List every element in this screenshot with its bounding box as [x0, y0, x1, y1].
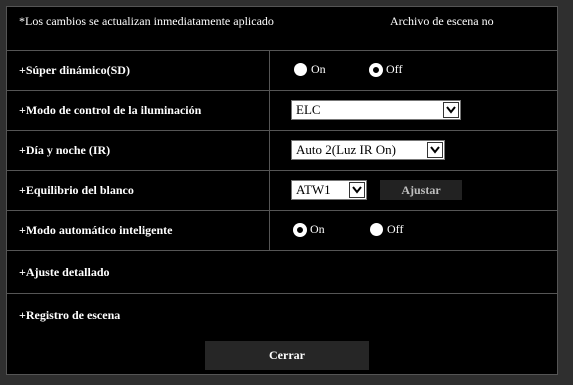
illumination-mode-value: ELC: [296, 102, 321, 117]
day-night-select[interactable]: Auto 2(Luz IR On): [291, 140, 445, 160]
super-dynamic-on-label: On: [311, 62, 326, 76]
intelligent-auto-off-radio[interactable]: Off: [370, 222, 403, 237]
row-day-night: +Día y noche (IR) Auto 2(Luz IR On): [7, 131, 557, 171]
white-balance-value: ATW1: [296, 182, 331, 197]
adjust-button[interactable]: Ajustar: [380, 180, 462, 200]
chevron-down-icon: [349, 182, 365, 198]
detailed-setting-label[interactable]: +Ajuste detallado: [19, 251, 110, 293]
row-white-balance: +Equilibrio del blanco ATW1 Ajustar: [7, 171, 557, 211]
white-balance-label[interactable]: +Equilibrio del blanco: [19, 171, 134, 210]
chevron-down-icon: [443, 102, 459, 118]
radio-unselected-icon: [370, 223, 383, 236]
row-detailed-setting[interactable]: +Ajuste detallado: [7, 251, 557, 294]
scene-file-status: Archivo de escena no: [390, 14, 494, 28]
illumination-mode-label[interactable]: +Modo de control de la iluminación: [19, 91, 201, 130]
update-notice: *Los cambios se actualizan inmediatament…: [7, 7, 557, 51]
super-dynamic-off-label: Off: [386, 62, 403, 76]
row-scene-register[interactable]: +Registro de escena: [7, 294, 557, 336]
close-button[interactable]: Cerrar: [205, 341, 369, 370]
super-dynamic-on-radio[interactable]: On: [294, 62, 326, 77]
intelligent-auto-on-label: On: [310, 222, 325, 236]
row-divider: [269, 91, 270, 130]
row-divider: [269, 211, 270, 250]
white-balance-select[interactable]: ATW1: [291, 180, 367, 200]
day-night-label: +Día y noche (IR): [19, 143, 111, 157]
radio-unselected-icon: [294, 63, 307, 76]
row-divider: [269, 131, 270, 170]
super-dynamic-off-radio[interactable]: Off: [370, 62, 402, 77]
chevron-down-icon: [427, 142, 443, 158]
intelligent-auto-label[interactable]: +Modo automático inteligente: [19, 211, 172, 250]
row-illumination-mode: +Modo de control de la iluminación ELC: [7, 91, 557, 131]
footer-bar: Cerrar: [7, 336, 557, 374]
scene-register-label[interactable]: +Registro de escena: [19, 294, 120, 336]
row-divider: [269, 51, 270, 90]
day-night-value: Auto 2(Luz IR On): [296, 142, 397, 157]
radio-selected-icon: [294, 223, 306, 236]
super-dynamic-label[interactable]: +Súper dinámico(SD): [19, 51, 130, 90]
row-divider: [269, 171, 270, 210]
notice-text: *Los cambios se actualizan inmediatament…: [19, 14, 274, 28]
scene-settings-panel: *Los cambios se actualizan inmediatament…: [6, 6, 558, 375]
row-intelligent-auto: +Modo automático inteligente On Off: [7, 211, 557, 251]
illumination-mode-select[interactable]: ELC: [291, 100, 461, 120]
intelligent-auto-off-label: Off: [387, 222, 404, 236]
radio-selected-icon: [370, 63, 382, 76]
intelligent-auto-on-radio[interactable]: On: [294, 222, 325, 237]
row-super-dynamic: +Súper dinámico(SD) On Off: [7, 51, 557, 91]
